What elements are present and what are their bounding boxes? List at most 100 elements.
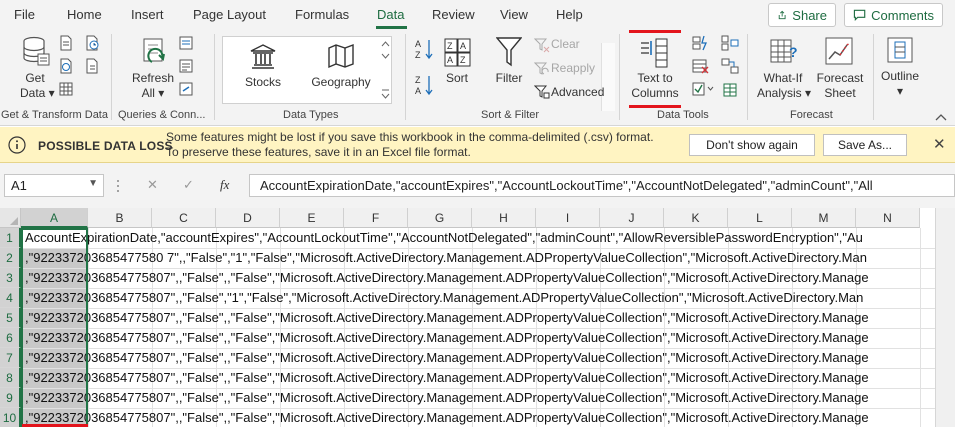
comments-button[interactable]: Comments [844,3,943,27]
cancel-icon[interactable]: ✕ [147,177,158,193]
edit-links-icon[interactable] [178,81,194,97]
outline-label-1: Outline [880,69,920,83]
text-to-columns-icon [641,38,668,68]
cell-a2[interactable]: ,"922337203685477580 7",,"False","1","Fa… [25,248,867,268]
clear-button[interactable]: Clear [551,37,580,52]
column-header-d[interactable]: D [216,208,280,228]
from-text-icon[interactable] [58,35,74,51]
tab-data[interactable]: Data [377,7,404,22]
row-header[interactable]: 10 [0,408,21,427]
column-header-i[interactable]: I [536,208,600,228]
enter-icon[interactable]: ✓ [183,177,194,193]
gallery-scroll[interactable] [601,43,615,111]
tab-formulas[interactable]: Formulas [295,7,349,22]
row-header[interactable]: 7 [0,348,21,368]
from-web-icon[interactable] [58,58,74,74]
close-icon[interactable]: ✕ [933,135,946,153]
row-header[interactable]: 8 [0,368,21,388]
cell-a10[interactable]: ,"9223372036854775807",,"False",,"False"… [25,408,869,427]
cell-a9[interactable]: ,"9223372036854775807",,"False",,"False"… [25,388,869,408]
column-header-m[interactable]: M [792,208,856,228]
row-header[interactable]: 5 [0,308,21,328]
forecast-sheet-icon [825,37,853,65]
name-box[interactable]: A1 ▼ [4,174,104,197]
cell-a6[interactable]: ,"9223372036854775807",,"False",,"False"… [25,328,869,348]
outline-button[interactable]: Outline ▾ [878,69,922,99]
sort-z-to-a-icon[interactable]: Z A [414,74,436,96]
tab-home[interactable]: Home [67,7,102,22]
message-line-1: Some features might be lost if you save … [166,130,654,144]
column-header-c[interactable]: C [152,208,216,228]
column-header-j[interactable]: J [600,208,664,228]
formula-input[interactable]: AccountExpirationDate,"accountExpires","… [249,174,955,197]
forecast-sheet-button[interactable]: Forecast Sheet [814,71,866,101]
select-all-button[interactable] [0,208,21,228]
cell-a7[interactable]: ,"9223372036854775807",,"False",,"False"… [25,348,869,368]
advanced-button[interactable]: Advanced [551,85,604,100]
row-header[interactable]: 1 [0,228,21,248]
svg-text:A: A [415,86,421,96]
manage-data-model-icon[interactable] [721,81,739,99]
reapply-button[interactable]: Reapply [551,61,595,76]
collapse-ribbon-icon[interactable] [935,113,947,121]
geography-button[interactable]: Geography [305,75,377,90]
drag-handle-icon[interactable] [116,179,120,193]
consolidate-icon[interactable] [721,35,739,51]
column-header-n[interactable]: N [856,208,920,228]
row-header[interactable]: 2 [0,248,21,268]
get-data-button[interactable]: Get Data ▾ [20,71,55,101]
formula-buttons: ✕ ✓ fx [135,174,245,197]
column-header-l[interactable]: L [728,208,792,228]
column-header-e[interactable]: E [280,208,344,228]
gallery-scroll-arrows[interactable] [381,40,390,102]
chevron-down-icon[interactable]: ▼ [88,178,98,189]
cell-a3[interactable]: ,"9223372036854775807",,"False",,"False"… [25,268,869,288]
column-header-f[interactable]: F [344,208,408,228]
column-header-k[interactable]: K [664,208,728,228]
column-header-a[interactable]: A [21,208,88,228]
column-header-b[interactable]: B [88,208,152,228]
tab-view[interactable]: View [500,7,528,22]
advanced-filter-icon [534,85,550,99]
info-icon [8,136,26,154]
dont-show-again-button[interactable]: Don't show again [689,134,815,156]
existing-connections-icon[interactable] [84,58,100,74]
what-if-analysis-button[interactable]: What-If Analysis ▾ [757,71,811,101]
properties-icon[interactable] [178,58,194,74]
data-validation-icon[interactable] [692,81,714,97]
cell-a5[interactable]: ,"9223372036854775807",,"False",,"False"… [25,308,869,328]
row-header[interactable]: 4 [0,288,21,308]
sort-a-to-z-icon[interactable]: A Z [414,38,436,60]
vertical-scrollbar[interactable] [935,208,955,427]
filter-button[interactable]: Filter [492,71,526,86]
row-header[interactable]: 3 [0,268,21,288]
refresh-all-button[interactable]: Refresh All ▾ [130,71,176,101]
relationships-icon[interactable] [721,58,739,74]
group-label-sort-filter: Sort & Filter [481,109,540,121]
group-label-get-transform: Get & Transform Data [1,109,108,121]
cell-a8[interactable]: ,"9223372036854775807",,"False",,"False"… [25,368,869,388]
recent-sources-icon[interactable] [84,35,100,51]
queries-connections-icon[interactable] [178,35,194,51]
remove-duplicates-icon[interactable] [692,58,710,74]
tab-review[interactable]: Review [432,7,475,22]
from-table-icon[interactable] [58,81,74,97]
cell-a4[interactable]: ,"9223372036854775807",,"False","1","Fal… [25,288,863,308]
cell-a1[interactable]: AccountExpirationDate,"accountExpires","… [25,228,863,248]
tab-page-layout[interactable]: Page Layout [193,7,266,22]
column-header-g[interactable]: G [408,208,472,228]
column-header-h[interactable]: H [472,208,536,228]
share-button[interactable]: Share [768,3,836,27]
sort-button[interactable]: Sort [442,71,472,86]
row-header[interactable]: 9 [0,388,21,408]
tab-help[interactable]: Help [556,7,583,22]
refresh-label-2: All ▾ [141,86,165,100]
text-to-columns-button[interactable]: Text to Columns [627,71,683,101]
row-header[interactable]: 6 [0,328,21,348]
tab-file[interactable]: File [14,7,35,22]
flash-fill-icon[interactable] [692,35,710,51]
save-as-button[interactable]: Save As... [823,134,907,156]
stocks-button[interactable]: Stocks [236,75,290,90]
insert-function-icon[interactable]: fx [220,177,229,193]
tab-insert[interactable]: Insert [131,7,164,22]
